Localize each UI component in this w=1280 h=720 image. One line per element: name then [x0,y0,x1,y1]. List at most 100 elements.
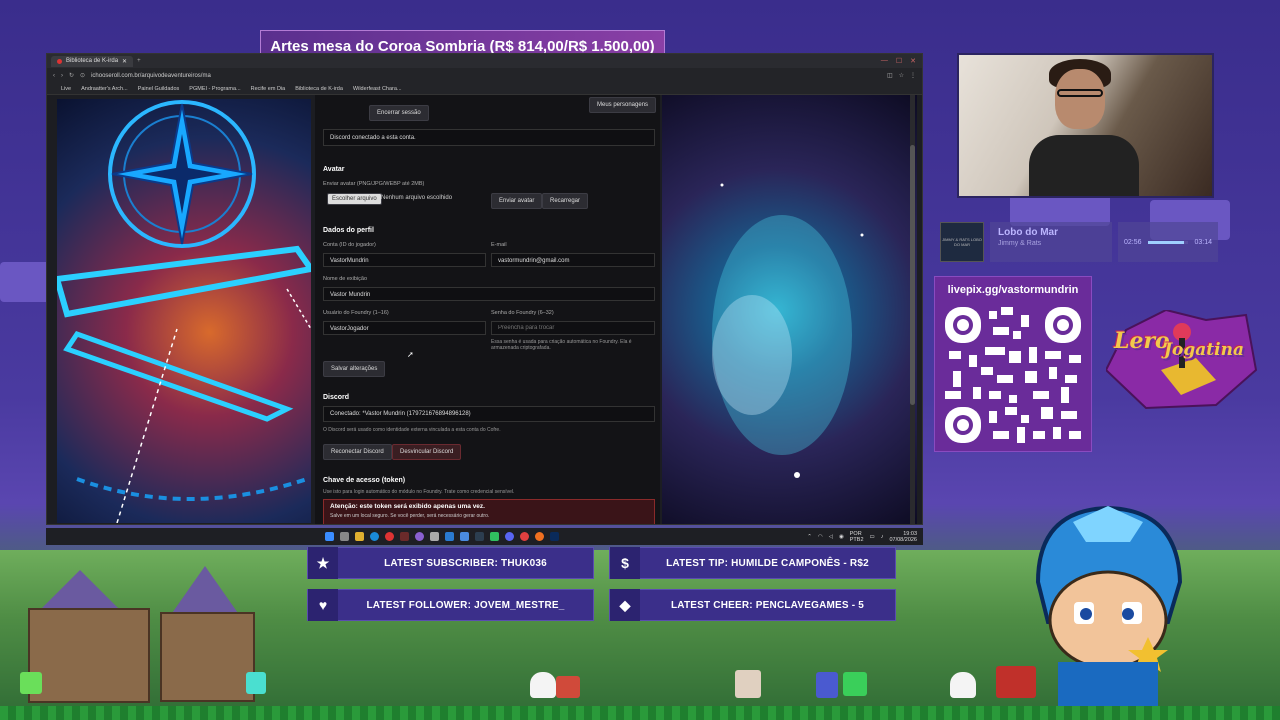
edge-icon[interactable] [370,532,379,541]
site-info-icon[interactable]: ⊙ [80,72,85,79]
chrome-icon[interactable] [520,532,529,541]
latest-follower-alert: ♥ LATEST FOLLOWER: JOVEM_MESTRE_ [307,589,594,621]
reload-icon[interactable]: ↻ [69,72,74,79]
photoshop-icon[interactable] [550,532,559,541]
diamond-icon: ◆ [610,589,640,621]
maximize-icon[interactable]: ☐ [896,57,902,65]
qr-code-icon [945,307,1081,443]
mic-icon[interactable]: ◉ [839,534,844,540]
bookmark-item[interactable]: Recife em Dia [251,86,286,92]
folder-icon[interactable] [355,532,364,541]
logout-button[interactable]: Encerrar sessão [369,105,429,121]
pixel-house [28,608,150,703]
bookmark-item[interactable]: PGMEI - Programa... [189,86,240,92]
bookmark-star-icon[interactable]: ☆ [899,72,904,79]
discord-connected-field: Conectado: *Vastor Mundrin (179721676894… [323,406,655,422]
windows-start-icon[interactable] [325,532,334,541]
foundry-password-field[interactable] [491,321,655,335]
tray-chevron-icon[interactable]: ⌃ [807,534,812,540]
logo-emblem-icon [1106,310,1258,410]
latest-follower-text: LATEST FOLLOWER: JOVEM_MESTRE_ [366,599,565,611]
volume-icon[interactable]: ◁ [829,534,833,540]
token-warning-box: Atenção: este token será exibido apenas … [323,499,655,524]
notepad-icon[interactable] [430,532,439,541]
latest-subscriber-text: LATEST SUBSCRIBER: THUK036 [384,557,547,569]
latest-cheer-alert: ◆ LATEST CHEER: PENCLAVEGAMES - 5 [609,589,896,621]
nebula-image [712,183,864,478]
save-changes-button[interactable]: Salvar alterações [323,361,386,377]
whatsapp-icon[interactable] [490,532,499,541]
tab-title: Biblioteca de K-irda [66,58,119,64]
pixel-house [160,612,255,702]
clock-date: 07/08/2026 [889,536,917,543]
menu-icon[interactable]: ⋮ [910,72,916,79]
app-icon[interactable] [400,532,409,541]
minimize-icon[interactable]: — [881,57,888,65]
unlink-discord-button[interactable]: Desvincular Discord [392,444,462,460]
bookmark-item[interactable]: Live [61,86,71,92]
reload-avatar-button[interactable]: Recarregar [542,193,589,209]
token-heading: Chave de acesso (token) [323,477,406,484]
track-title: Lobo do Mar [998,227,1058,238]
clock[interactable]: 19:03 07/08/2026 [889,531,917,543]
latest-tip-text: LATEST TIP: HUMILDE CAMPONÊS - R$2 [666,557,869,569]
track-artist: Jimmy & Rats [998,240,1042,247]
choose-file-button[interactable]: Escolher arquivo [327,193,382,205]
close-tab-icon[interactable]: ✕ [122,58,127,65]
language-indicator[interactable]: POR PTB2 [850,531,864,543]
vscode-icon[interactable] [445,532,454,541]
page-scrollbar[interactable] [910,95,915,524]
reconnect-discord-button[interactable]: Reconectar Discord [323,444,392,460]
mouse-cursor-icon: ➚ [407,350,414,359]
wifi-icon[interactable]: ◠ [818,534,823,540]
logo-line-2: Jogatina [1164,340,1244,360]
steam-icon[interactable] [475,532,484,541]
forward-icon[interactable]: › [61,73,63,79]
latest-tip-alert: $ LATEST TIP: HUMILDE CAMPONÊS - R$2 [609,547,896,579]
new-tab-icon[interactable]: + [137,58,141,64]
windows-taskbar: ⌃ ◠ ◁ ◉ POR PTB2 ▭ ♪ 19:03 07/08/2026 [46,528,923,545]
foundry-password-label: Senha do Foundry (6–32) [491,310,554,316]
account-field[interactable]: VastorMundrin [323,253,486,267]
discord-icon[interactable] [505,532,514,541]
track-progress: 02:56 03:14 [1118,222,1218,262]
email-label: E-mail [491,242,507,248]
star-icon: ★ [308,547,338,579]
browser-window: Biblioteca de K-irda ✕ + — ☐ ✕ ‹ › ↻ ⊙ i… [46,53,923,525]
bookmark-item[interactable]: Painel Guildados [138,86,180,92]
speaker-icon[interactable]: ♪ [881,534,884,540]
back-icon[interactable]: ‹ [53,73,55,79]
grass-strip [0,706,1280,720]
discord-heading: Discord [323,394,350,401]
email-field[interactable]: vastormundrin@gmail.com [491,253,655,267]
megaman-mascot [1035,505,1183,707]
now-playing-widget: JIMMY & RATS LOBO DO MAR Lobo do Mar Jim… [940,220,1220,264]
system-tray: ⌃ ◠ ◁ ◉ POR PTB2 ▭ ♪ 19:03 07/08/2026 [807,531,923,543]
search-icon[interactable] [340,532,349,541]
my-characters-button[interactable]: Meus personagens [589,97,657,113]
network-icon[interactable]: ▭ [870,534,875,540]
display-name-field[interactable]: Vastor Mundrin [323,287,655,301]
firefox-icon[interactable] [535,532,544,541]
album-cover: JIMMY & RATS LOBO DO MAR [940,222,984,262]
send-avatar-button[interactable]: Enviar avatar [491,193,543,209]
taskbar-apps [322,532,562,541]
files-icon[interactable] [460,532,469,541]
bookmark-item[interactable]: Biblioteca de K-irda [295,86,343,92]
dollar-icon: $ [610,547,640,579]
browser-tab[interactable]: Biblioteca de K-irda ✕ [51,55,134,67]
foundry-user-field[interactable]: VastorJogador [323,321,486,335]
bookmark-item[interactable]: Wilderfeast Chara... [353,86,402,92]
extensions-icon[interactable]: ◫ [887,72,893,79]
streamer-body [1029,135,1139,196]
obs-icon[interactable] [415,532,424,541]
ghost-sprite [950,672,976,698]
foundry-user-label: Usuário do Foundry (1–16) [323,310,389,316]
bookmark-item[interactable]: Andraatter's Arch... [81,86,128,92]
youtube-music-icon[interactable] [385,532,394,541]
language-sub: PTB2 [849,536,864,543]
scrollbar-thumb[interactable] [910,145,915,405]
lero-jogatina-logo: Lero Jogatina [1106,310,1258,410]
url-field[interactable]: ichooseroll.com.br/arquivodeaventureiros… [91,73,881,79]
close-window-icon[interactable]: ✕ [910,57,916,65]
